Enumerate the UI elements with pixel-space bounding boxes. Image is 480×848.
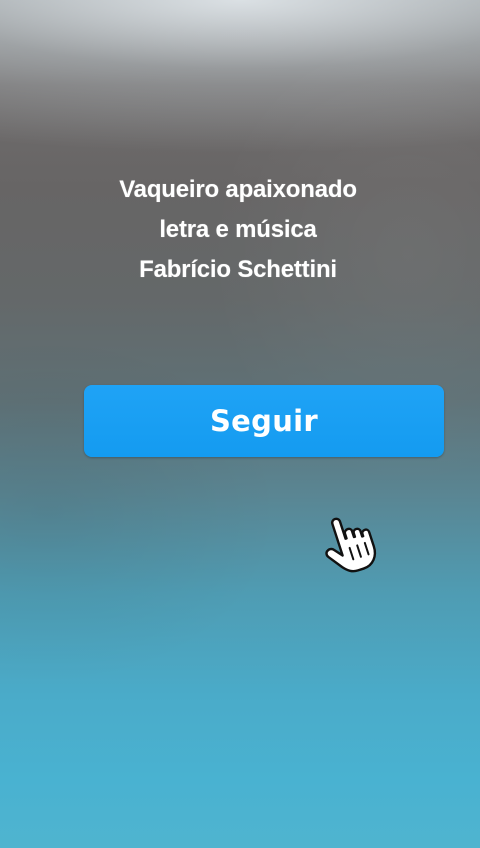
follow-button[interactable]: Seguir: [84, 385, 444, 457]
caption-subtitle: letra e música: [159, 216, 317, 243]
follow-button-label: Seguir: [209, 404, 318, 438]
hand-pointer-icon: [325, 517, 377, 573]
caption-title: Vaqueiro apaixonado: [119, 176, 357, 203]
video-caption: Vaqueiro apaixonado letra e música Fabrí…: [0, 170, 476, 290]
caption-author: Fabrício Schettini: [139, 256, 337, 283]
